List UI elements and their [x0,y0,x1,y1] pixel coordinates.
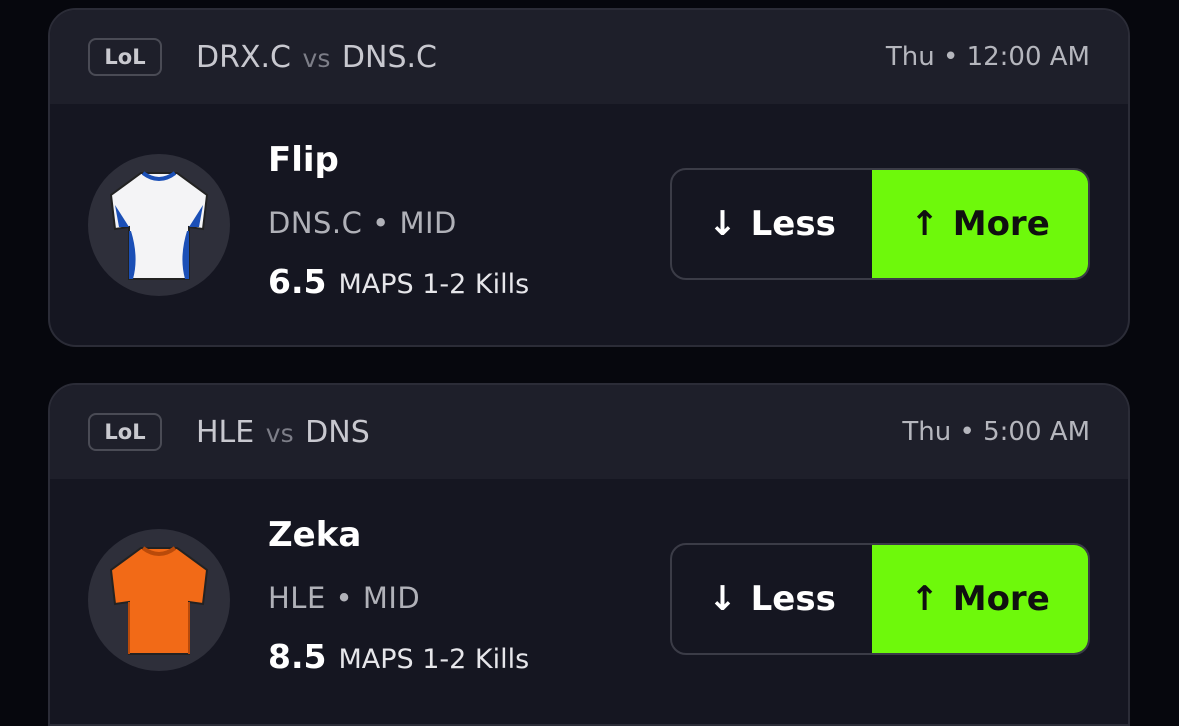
matchup: HLE vs DNS [196,415,370,450]
line-value: 6.5 [268,262,327,301]
more-label: More [952,579,1050,619]
less-label: Less [750,204,836,244]
game-badge: LoL [88,38,162,76]
player-name: Flip [268,140,339,180]
more-button[interactable]: ↑ More [872,545,1088,653]
jersey-icon [109,171,209,280]
arrow-down-icon: ↓ [708,204,737,244]
prop-card-zeka: LoL HLE vs DNS Thu • 5:00 AM Zeka HLE • … [48,383,1130,726]
less-button[interactable]: ↓ Less [672,545,872,653]
team-a: DRX.C [196,40,291,75]
stat-type: MAPS 1-2 Kills [338,269,530,300]
jersey-icon [109,546,209,655]
game-badge: LoL [88,413,162,451]
arrow-up-icon: ↑ [910,579,939,619]
team-b: DNS.C [341,40,437,75]
match-time: Thu • 12:00 AM [885,42,1090,72]
stat-type: MAPS 1-2 Kills [338,644,530,675]
player-name: Zeka [268,515,362,555]
prop-line: 8.5 MAPS 1-2 Kills [268,637,529,676]
team-position: HLE • MID [268,581,421,615]
matchup: DRX.C vs DNS.C [196,40,437,75]
less-label: Less [750,579,836,619]
less-button[interactable]: ↓ Less [672,170,872,278]
vs-label: vs [265,419,294,448]
pick-toggle: ↓ Less ↑ More [670,168,1090,280]
match-time: Thu • 5:00 AM [902,417,1090,447]
card-header: LoL DRX.C vs DNS.C Thu • 12:00 AM [50,10,1128,104]
team-b: DNS [305,415,370,450]
team-position: DNS.C • MID [268,206,457,240]
vs-label: vs [302,44,331,73]
arrow-up-icon: ↑ [910,204,939,244]
arrow-down-icon: ↓ [708,579,737,619]
prop-card-flip: LoL DRX.C vs DNS.C Thu • 12:00 AM Flip D… [48,8,1130,347]
line-value: 8.5 [268,637,327,676]
pick-toggle: ↓ Less ↑ More [670,543,1090,655]
prop-line: 6.5 MAPS 1-2 Kills [268,262,529,301]
team-a: HLE [196,415,255,450]
player-avatar [88,154,230,296]
player-avatar [88,529,230,671]
more-label: More [952,204,1050,244]
more-button[interactable]: ↑ More [872,170,1088,278]
card-header: LoL HLE vs DNS Thu • 5:00 AM [50,385,1128,479]
